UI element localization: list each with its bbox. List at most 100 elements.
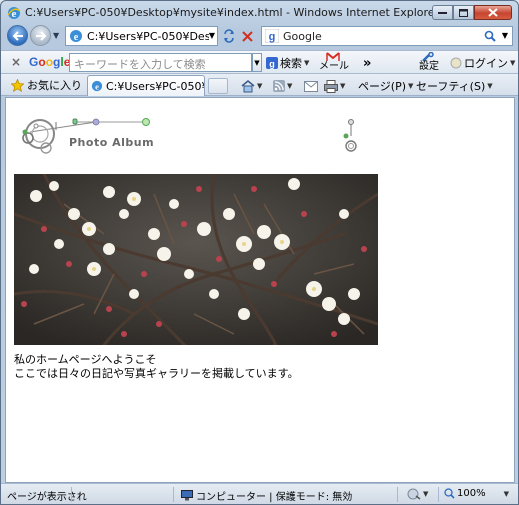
favorites-button[interactable]: お気に入り xyxy=(11,77,82,93)
close-toolbar-icon[interactable]: × xyxy=(11,55,21,69)
address-dropdown-icon[interactable]: ▼ xyxy=(209,31,215,40)
page-favicon-icon: e xyxy=(70,30,82,43)
google-search-icon: g xyxy=(266,57,278,69)
window-title: C:¥Users¥PC-050¥Desktop¥mysite¥index.htm… xyxy=(25,6,440,19)
command-bar: お気に入り e C:¥Users¥PC-050¥De... ▼ ▼ ▼ ページ(… xyxy=(1,74,518,96)
browser-window: e C:¥Users¥PC-050¥Desktop¥mysite¥index.h… xyxy=(0,0,519,505)
home-icon xyxy=(241,79,255,92)
google-g-icon: g xyxy=(265,29,279,43)
maximize-button[interactable] xyxy=(453,5,474,20)
zoom-level: 100% xyxy=(457,488,486,499)
maximize-icon xyxy=(459,8,468,17)
status-bar: ページが表示され コンピューター | 保護モード: 無効 ▼ 100% ▼ xyxy=(1,483,518,504)
logo-text: Photo Album xyxy=(69,136,155,149)
gmail-button[interactable]: メール xyxy=(319,52,349,74)
caret-down-icon: ▼ xyxy=(510,59,516,67)
rss-feed-icon xyxy=(273,80,285,92)
back-button[interactable] xyxy=(7,25,28,46)
user-avatar-icon xyxy=(450,57,462,69)
page-content: Photo Album 私のホームページへようこそ ここでは日々の日記や写真ギャ… xyxy=(5,97,515,483)
protected-mode-button[interactable]: ▼ xyxy=(407,488,428,500)
caret-down-icon: ▼ xyxy=(257,82,263,90)
caret-down-icon: ▼ xyxy=(423,490,429,498)
caret-down-icon: ▼ xyxy=(408,82,414,90)
title-bar: e C:¥Users¥PC-050¥Desktop¥mysite¥index.h… xyxy=(1,1,518,25)
page-menu[interactable]: ページ(P) ▼ xyxy=(358,78,413,94)
search-icon[interactable] xyxy=(484,30,496,42)
login-label: ログイン xyxy=(464,57,508,70)
stop-icon xyxy=(241,30,253,42)
settings-label: 設定 xyxy=(419,61,439,72)
search-options-dropdown-icon[interactable]: ▼ xyxy=(502,31,508,40)
plum-blossom-image xyxy=(14,174,378,345)
window-controls xyxy=(432,5,512,20)
security-zone[interactable]: コンピューター | 保護モード: 無効 xyxy=(181,488,352,503)
home-button[interactable]: ▼ xyxy=(241,78,262,94)
security-zone-label: コンピューター | 保護モード: 無効 xyxy=(196,492,353,503)
refresh-button[interactable] xyxy=(221,28,237,44)
caret-down-icon: ▼ xyxy=(287,82,293,90)
google-search-dropdown-icon[interactable]: ▼ xyxy=(252,53,262,72)
minimize-button[interactable] xyxy=(432,5,453,20)
safety-menu[interactable]: セーフティ(S) ▼ xyxy=(416,78,493,94)
welcome-line-2: ここでは日々の日記や写真ギャラリーを掲載しています。 xyxy=(14,367,299,380)
forward-button[interactable] xyxy=(30,25,51,46)
welcome-message: 私のホームページへようこそ ここでは日々の日記や写真ギャラリーを掲載しています。 xyxy=(14,353,299,381)
google-logo[interactable]: Google xyxy=(29,55,70,69)
back-arrow-icon xyxy=(12,30,23,41)
gmail-label: メール xyxy=(319,61,349,72)
page-menu-label: ページ(P) xyxy=(358,80,406,93)
globe-settings-icon xyxy=(407,488,421,500)
welcome-line-1: 私のホームページへようこそ xyxy=(14,353,157,366)
favorites-label: お気に入り xyxy=(27,79,82,92)
status-text: ページが表示され xyxy=(7,492,87,503)
svg-text:e: e xyxy=(74,32,79,43)
svg-text:g: g xyxy=(269,31,276,43)
plum-blossom-photo xyxy=(14,174,378,345)
mail-icon xyxy=(304,80,318,92)
read-mail-button[interactable] xyxy=(304,78,318,94)
caret-down-icon: ▼ xyxy=(503,489,509,498)
refresh-icon xyxy=(224,29,234,43)
settings-button[interactable]: 設定 xyxy=(419,52,439,74)
photo-album-logo[interactable] xyxy=(16,112,156,158)
search-provider-label: Google xyxy=(283,29,322,43)
zoom-control[interactable]: 100% ▼ xyxy=(444,488,509,499)
more-buttons[interactable]: » xyxy=(363,53,371,73)
recent-pages-dropdown-icon[interactable]: ▼ xyxy=(53,31,59,40)
caret-down-icon: ▼ xyxy=(304,59,310,67)
new-tab-button[interactable] xyxy=(208,78,228,94)
status-divider xyxy=(173,487,174,502)
address-url: C:¥Users¥PC-050¥Desktop¥i xyxy=(87,29,209,43)
stop-button[interactable] xyxy=(239,28,255,44)
tab-favicon-icon: e xyxy=(91,80,103,91)
favorites-star-icon xyxy=(11,78,24,92)
safety-menu-label: セーフティ(S) xyxy=(416,80,486,93)
svg-text:g: g xyxy=(269,59,275,69)
tab-current-page[interactable]: e C:¥Users¥PC-050¥De... xyxy=(87,75,205,96)
close-icon xyxy=(488,8,498,17)
close-button[interactable] xyxy=(474,5,512,20)
zoom-magnifier-icon xyxy=(444,488,455,499)
google-toolbar: × Google キーワードを入力して検索 ▼ g 検索 ▼ メール » 設定 ロ… xyxy=(1,50,518,74)
caret-down-icon: ▼ xyxy=(487,82,493,90)
status-divider xyxy=(438,487,439,502)
svg-text:e: e xyxy=(95,81,99,91)
google-search-input[interactable]: キーワードを入力して検索 xyxy=(69,53,252,72)
status-divider xyxy=(397,487,398,502)
internet-explorer-icon: e xyxy=(7,7,21,20)
feeds-button[interactable]: ▼ xyxy=(273,78,292,94)
login-button[interactable]: ログイン ▼ xyxy=(450,53,515,73)
live-search-box[interactable]: g Google ▼ xyxy=(261,26,513,46)
printer-icon xyxy=(324,79,338,93)
address-field[interactable]: e C:¥Users¥PC-050¥Desktop¥i ▼ xyxy=(65,26,218,46)
forward-arrow-icon xyxy=(35,30,46,41)
google-search-label: 検索 xyxy=(280,57,302,70)
status-divider xyxy=(71,487,72,502)
tab-title: C:¥Users¥PC-050¥De... xyxy=(106,79,204,93)
minimize-icon xyxy=(438,11,447,14)
computer-zone-icon xyxy=(181,490,193,501)
google-search-button[interactable]: g 検索 ▼ xyxy=(266,53,309,73)
print-button[interactable]: ▼ xyxy=(324,78,345,94)
address-row: ▼ e C:¥Users¥PC-050¥Desktop¥i ▼ g Google… xyxy=(1,24,518,50)
